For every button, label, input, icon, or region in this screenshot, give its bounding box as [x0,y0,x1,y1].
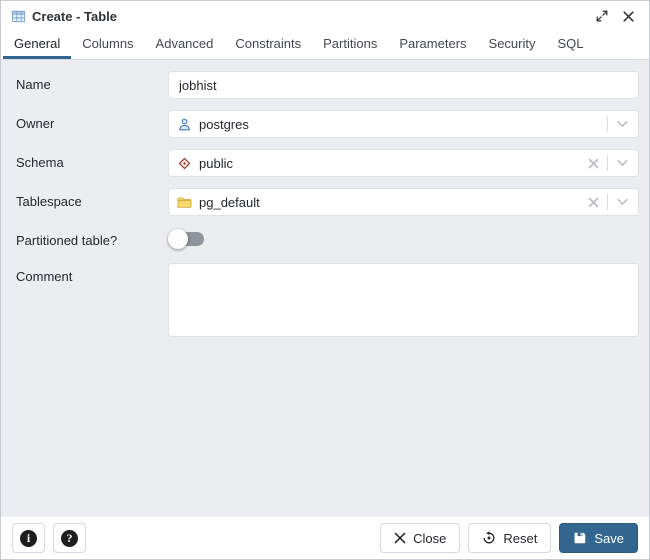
save-floppy-icon [573,531,587,545]
tablespace-select[interactable]: pg_default [168,188,639,216]
schema-label: Schema [16,149,168,177]
schema-row: Schema public [16,149,639,177]
help-icon: ? [61,530,78,547]
partitioned-toggle[interactable] [168,229,208,249]
owner-value: postgres [199,117,601,132]
clear-icon[interactable] [585,155,601,171]
close-x-icon [394,532,406,544]
tab-bar: GeneralColumnsAdvancedConstraintsPartiti… [1,31,649,60]
partitioned-row: Partitioned table? [16,227,639,249]
owner-row: Owner postgres [16,110,639,138]
tab-security[interactable]: Security [478,31,547,59]
close-button[interactable]: Close [380,523,460,553]
info-icon: i [20,530,37,547]
select-divider [607,194,608,210]
tab-sql[interactable]: SQL [547,31,595,59]
comment-label: Comment [16,263,168,342]
folder-icon [177,196,192,209]
partitioned-label: Partitioned table? [16,227,168,249]
tablespace-row: Tablespace pg_default [16,188,639,216]
tab-advanced[interactable]: Advanced [145,31,225,59]
sql-help-button[interactable]: i [12,523,45,553]
name-row: Name [16,71,639,99]
close-icon[interactable] [619,7,637,25]
chevron-down-icon[interactable] [614,116,630,132]
owner-select[interactable]: postgres [168,110,639,138]
create-table-dialog: Create - Table GeneralColumnsAdvancedCon… [0,0,650,560]
reset-button-label: Reset [503,531,537,546]
dialog-title: Create - Table [32,9,117,24]
tablespace-label: Tablespace [16,188,168,216]
save-button[interactable]: Save [559,523,638,553]
chevron-down-icon[interactable] [614,155,630,171]
name-label: Name [16,71,168,99]
reset-button[interactable]: Reset [468,523,551,553]
table-icon [11,9,26,24]
dialog-footer: i ? Close Reset [1,517,649,559]
tab-columns[interactable]: Columns [71,31,144,59]
tablespace-value: pg_default [199,195,585,210]
tab-parameters[interactable]: Parameters [388,31,477,59]
select-divider [607,155,608,171]
maximize-icon[interactable] [593,7,611,25]
select-divider [607,116,608,132]
dialog-help-button[interactable]: ? [53,523,86,553]
schema-value: public [199,156,585,171]
schema-diamond-icon [177,156,192,171]
schema-select[interactable]: public [168,149,639,177]
comment-textarea[interactable] [168,263,639,337]
tab-constraints[interactable]: Constraints [224,31,312,59]
reset-icon [482,531,496,545]
tab-general[interactable]: General [3,31,71,59]
dialog-header: Create - Table [1,1,649,31]
comment-row: Comment [16,263,639,342]
save-button-label: Save [594,531,624,546]
close-button-label: Close [413,531,446,546]
owner-label: Owner [16,110,168,138]
toggle-knob [168,229,188,249]
clear-icon[interactable] [585,194,601,210]
chevron-down-icon[interactable] [614,194,630,210]
name-input[interactable] [168,71,639,99]
user-icon [177,117,192,132]
general-tab-panel: Name Owner postgres [1,60,649,517]
tab-partitions[interactable]: Partitions [312,31,388,59]
